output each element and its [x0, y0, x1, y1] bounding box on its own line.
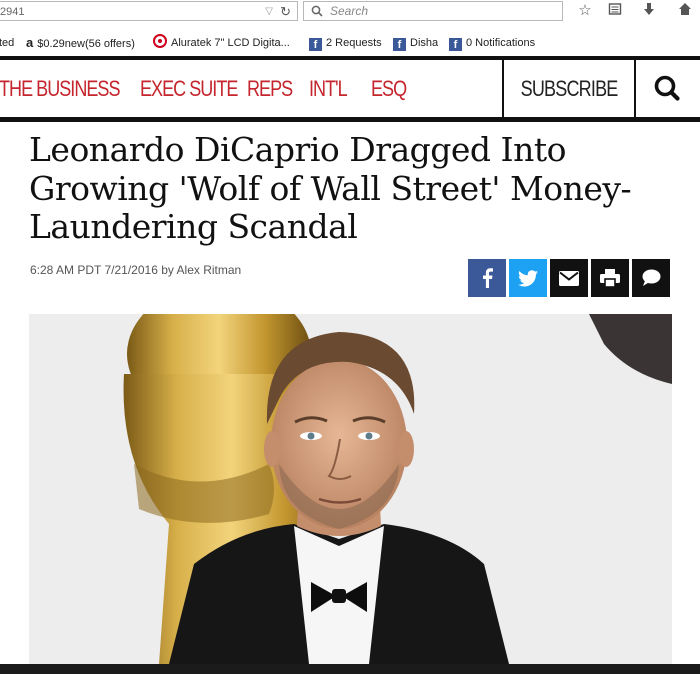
bookmark-item[interactable]: a $0.29new(56 offers) [26, 33, 135, 53]
comment-icon [642, 269, 661, 286]
browser-search-input[interactable]: Search [303, 1, 563, 21]
facebook-icon: f [449, 38, 462, 51]
bookmark-item[interactable]: ted [0, 33, 14, 53]
nav-item-reps[interactable]: REPS [247, 60, 293, 117]
article-headline: Leonardo DiCaprio Dragged Into Growing '… [29, 130, 632, 246]
share-twitter-button[interactable] [509, 259, 547, 297]
download-icon[interactable] [639, 2, 659, 20]
article-byline: 6:28 AM PDT 7/21/2016 by Alex Ritman [30, 263, 242, 277]
site-search-button[interactable] [640, 60, 696, 117]
share-email-button[interactable] [550, 259, 588, 297]
bookmarks-bar: ted a $0.29new(56 offers) Aluratek 7" LCD… [0, 33, 700, 53]
bookmark-label: Disha [410, 37, 439, 49]
bookmark-item[interactable]: f 2 Requests [309, 33, 382, 53]
bookmark-label: ted [0, 37, 15, 49]
bookmark-label: Aluratek 7" LCD Digita... [171, 37, 290, 49]
browser-toolbar: 2941 ▽ ↻ Search ☆ [0, 0, 700, 24]
share-comment-button[interactable] [632, 259, 670, 297]
bookmark-item[interactable]: f 0 Notifications [449, 33, 535, 53]
search-icon [654, 75, 680, 101]
bookmark-label: 0 Notifications [466, 37, 536, 49]
email-icon [559, 270, 579, 286]
bookmark-label: 2 Requests [326, 37, 382, 49]
bookmark-item[interactable]: f Disha [393, 33, 438, 53]
nav-item-esq[interactable]: ESQ [371, 60, 407, 117]
browser-search-placeholder: Search [330, 4, 369, 18]
share-facebook-button[interactable] [468, 259, 506, 297]
target-icon [153, 34, 167, 48]
site-navigation: THE BUSINESS EXEC SUITE REPS INT'L ESQ S… [0, 56, 700, 122]
nav-item-intl[interactable]: INT'L [309, 60, 348, 117]
hero-illustration [29, 314, 672, 664]
address-bar[interactable]: 2941 ▽ ↻ [0, 1, 298, 21]
facebook-icon [483, 268, 493, 288]
window-bottom-edge [0, 664, 700, 674]
article-hero-image [29, 314, 672, 664]
subscribe-label: SUBSCRIBE [520, 76, 619, 101]
bookmark-item[interactable]: Aluratek 7" LCD Digita... [153, 33, 290, 53]
nav-item-exec-suite[interactable]: EXEC SUITE [140, 60, 238, 117]
facebook-icon: f [393, 38, 406, 51]
history-dropdown-icon[interactable]: ▽ [265, 2, 273, 22]
reload-icon[interactable]: ↻ [280, 2, 291, 22]
subscribe-button[interactable]: SUBSCRIBE [502, 60, 636, 117]
bookmark-star-icon[interactable]: ☆ [575, 2, 595, 20]
home-icon[interactable] [675, 2, 695, 20]
nav-item-the-business[interactable]: THE BUSINESS [0, 60, 121, 117]
bookmark-label: $0.29new(56 offers) [37, 38, 135, 50]
share-print-button[interactable] [591, 259, 629, 297]
amazon-icon: a [26, 35, 34, 50]
reading-list-icon[interactable] [605, 2, 625, 20]
facebook-icon: f [309, 38, 322, 51]
address-bar-text: 2941 [0, 6, 25, 18]
search-icon [311, 5, 323, 17]
print-icon [600, 269, 620, 287]
twitter-icon [518, 269, 538, 286]
